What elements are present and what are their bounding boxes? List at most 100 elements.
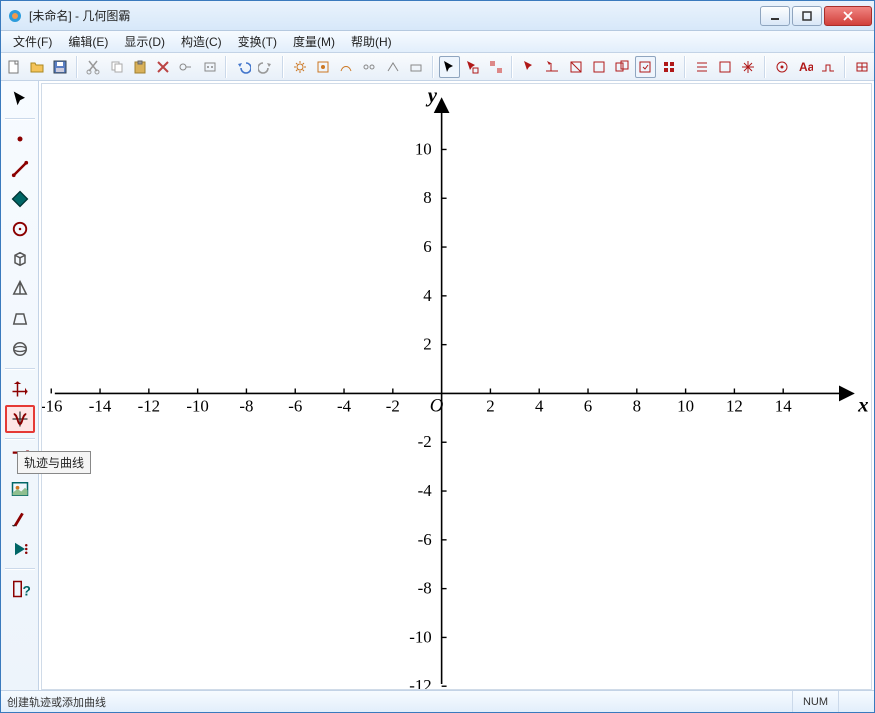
svg-text:4: 4 — [535, 396, 544, 415]
axes-tool[interactable] — [5, 375, 35, 403]
select-tool-button[interactable] — [462, 56, 483, 78]
menu-edit[interactable]: 编辑(E) — [60, 31, 116, 52]
svg-text:10: 10 — [415, 139, 432, 158]
toolbar-sep — [511, 56, 513, 78]
svg-text:14: 14 — [775, 396, 792, 415]
tool-button-16[interactable] — [691, 56, 712, 78]
menu-file[interactable]: 文件(F) — [5, 31, 60, 52]
toolbar-sep — [76, 56, 78, 78]
svg-text:?: ? — [22, 583, 30, 598]
tool-button-19[interactable] — [771, 56, 792, 78]
toolbar-sep — [282, 56, 284, 78]
statusbar: 创建轨迹或添加曲线 NUM — [1, 690, 874, 712]
svg-text:-14: -14 — [89, 396, 112, 415]
tool-button-12[interactable] — [588, 56, 609, 78]
locus-curve-tool[interactable] — [5, 405, 35, 433]
image-tool[interactable] — [5, 475, 35, 503]
tool-button-1[interactable] — [176, 56, 197, 78]
delete-button[interactable] — [153, 56, 174, 78]
svg-text:10: 10 — [677, 396, 694, 415]
svg-text:-10: -10 — [409, 627, 431, 646]
sphere-tool[interactable] — [5, 335, 35, 363]
cut-button[interactable] — [83, 56, 104, 78]
tool-button-7[interactable] — [405, 56, 426, 78]
maximize-button[interactable] — [792, 6, 822, 26]
tool-button-15[interactable] — [658, 56, 679, 78]
menu-display[interactable]: 显示(D) — [116, 31, 173, 52]
svg-text:8: 8 — [633, 396, 641, 415]
tool-button-13[interactable] — [611, 56, 632, 78]
point-tool[interactable] — [5, 125, 35, 153]
window-title: [未命名] - 几何图霸 — [29, 7, 758, 24]
titlebar[interactable]: [未命名] - 几何图霸 — [1, 1, 874, 31]
palette-sep — [5, 568, 35, 570]
pointer-button[interactable] — [439, 56, 460, 78]
toolbar-sep — [225, 56, 227, 78]
tool-button-18[interactable] — [738, 56, 759, 78]
line-tool[interactable] — [5, 155, 35, 183]
polygon-tool[interactable] — [5, 185, 35, 213]
toolbar-sep — [844, 56, 846, 78]
toolbar-sep — [764, 56, 766, 78]
tool-button-14[interactable] — [635, 56, 656, 78]
menu-construct[interactable]: 构造(C) — [173, 31, 230, 52]
svg-text:O: O — [430, 395, 444, 416]
svg-text:-2: -2 — [418, 432, 432, 451]
undo-button[interactable] — [232, 56, 253, 78]
tool-button-17[interactable] — [715, 56, 736, 78]
arrow-tool[interactable] — [5, 85, 35, 113]
canvas[interactable]: -16-14-12-10-8-6-4-22468101214-12-10-8-6… — [41, 83, 872, 690]
svg-text:6: 6 — [423, 237, 431, 256]
tool-button-3[interactable] — [312, 56, 333, 78]
palette-sep — [5, 368, 35, 370]
svg-text:-4: -4 — [337, 396, 352, 415]
cube-tool[interactable] — [5, 245, 35, 273]
minimize-button[interactable] — [760, 6, 790, 26]
menu-measure[interactable]: 度量(M) — [285, 31, 343, 52]
svg-text:x: x — [857, 392, 868, 416]
tool-button-11[interactable] — [565, 56, 586, 78]
svg-text:Aa: Aa — [799, 60, 813, 74]
svg-text:2: 2 — [423, 335, 431, 354]
copy-button[interactable] — [106, 56, 127, 78]
tool-button-10[interactable] — [542, 56, 563, 78]
tool-button-8[interactable] — [485, 56, 506, 78]
frustum-tool[interactable] — [5, 305, 35, 333]
tool-button-5[interactable] — [359, 56, 380, 78]
text-style-button[interactable]: Aa — [794, 56, 815, 78]
app-window: [未命名] - 几何图霸 文件(F) 编辑(E) 显示(D) 构造(C) 变换(… — [0, 0, 875, 713]
tool-button-6[interactable] — [382, 56, 403, 78]
open-file-button[interactable] — [26, 56, 47, 78]
pen-tool[interactable] — [5, 505, 35, 533]
play-tool[interactable] — [5, 535, 35, 563]
svg-text:-2: -2 — [386, 396, 400, 415]
svg-text:-16: -16 — [42, 396, 62, 415]
svg-text:-10: -10 — [186, 396, 208, 415]
app-icon — [7, 8, 23, 24]
menu-transform[interactable]: 变换(T) — [230, 31, 285, 52]
tool-button-4[interactable] — [335, 56, 356, 78]
svg-text:-6: -6 — [418, 530, 432, 549]
close-button[interactable] — [824, 6, 872, 26]
svg-text:-6: -6 — [288, 396, 302, 415]
palette-sep — [5, 438, 35, 440]
tool-button-2[interactable] — [199, 56, 220, 78]
settings-button[interactable] — [289, 56, 310, 78]
tool-button-9[interactable] — [518, 56, 539, 78]
tool-button-20[interactable] — [818, 56, 839, 78]
body-area: Tl ? 轨迹与曲线 -16-14-12-10-8-6-4-2246810121… — [1, 81, 874, 690]
save-button[interactable] — [50, 56, 71, 78]
window-buttons — [758, 6, 872, 26]
redo-button[interactable] — [256, 56, 277, 78]
pyramid-tool[interactable] — [5, 275, 35, 303]
tool-button-21[interactable] — [851, 56, 872, 78]
svg-text:-8: -8 — [418, 579, 432, 598]
menu-help[interactable]: 帮助(H) — [343, 31, 400, 52]
circle-tool[interactable] — [5, 215, 35, 243]
tools-palette: Tl ? 轨迹与曲线 — [1, 81, 39, 690]
paste-button[interactable] — [129, 56, 150, 78]
status-num: NUM — [792, 691, 838, 712]
help-tool[interactable]: ? — [5, 575, 35, 603]
svg-text:-12: -12 — [138, 396, 160, 415]
new-file-button[interactable] — [3, 56, 24, 78]
